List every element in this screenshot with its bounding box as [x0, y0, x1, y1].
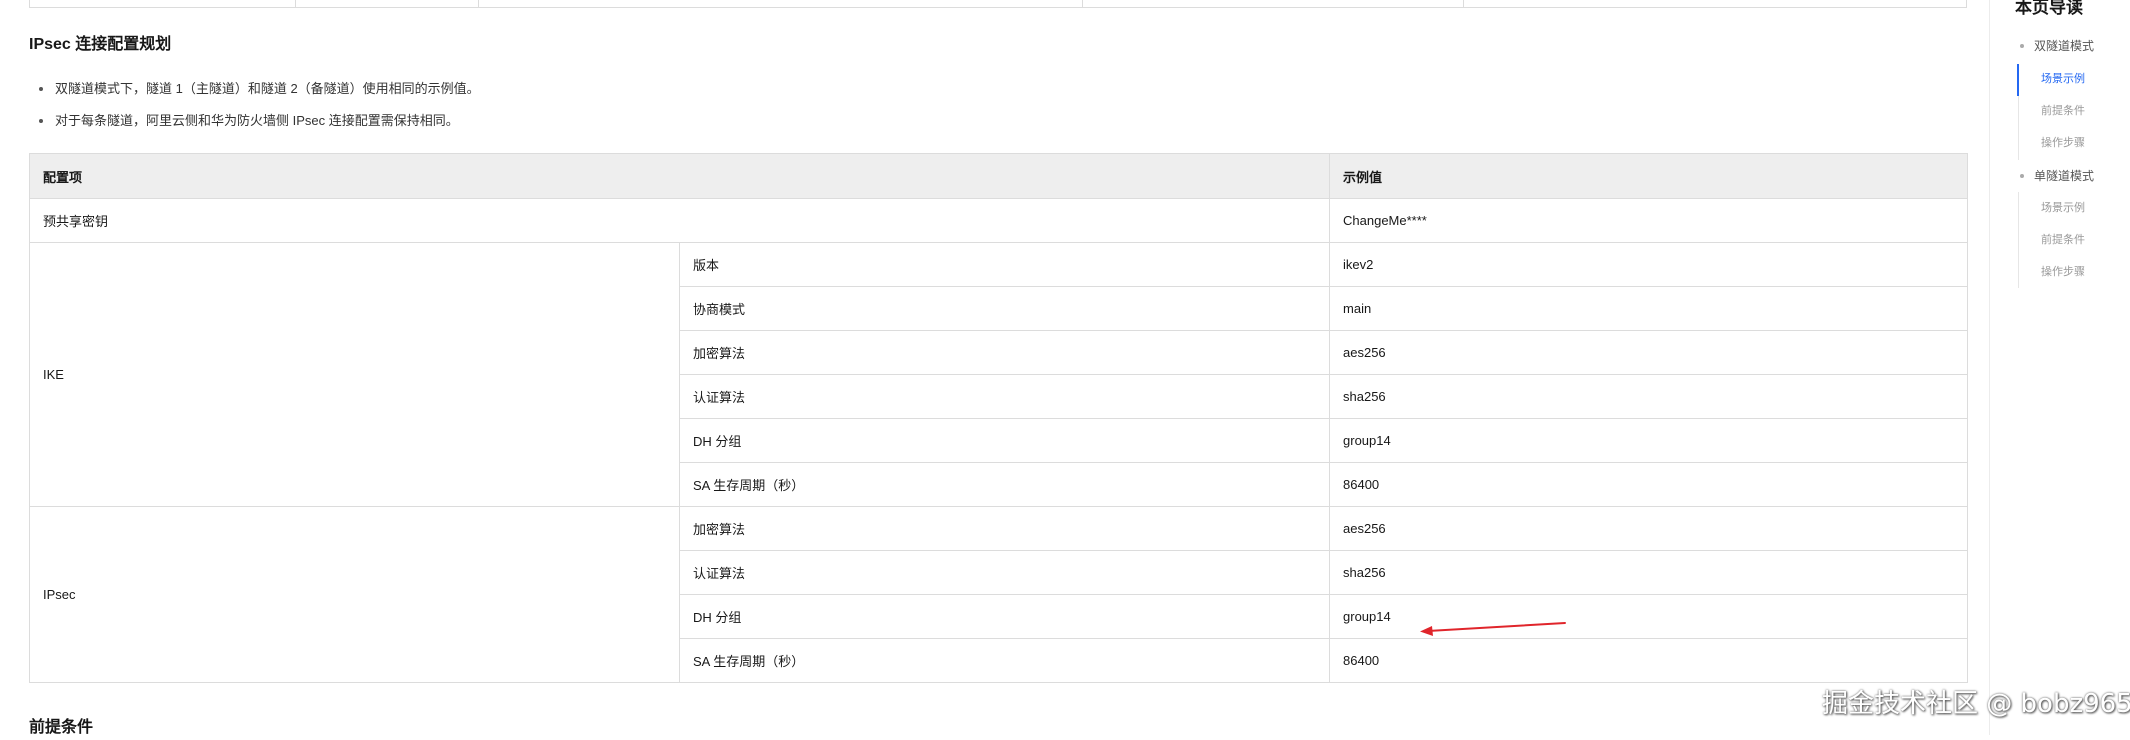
toc-item-prerequisites[interactable]: 前提条件	[2041, 103, 2085, 119]
toc-item-single-tunnel[interactable]: 单隧道模式	[2019, 168, 2094, 184]
toc-item-scenario[interactable]: 场景示例	[2041, 200, 2085, 216]
toc-item-scenario[interactable]: 场景示例	[2041, 71, 2085, 87]
watermark: 掘金技术社区 @ bobz965	[1822, 689, 2130, 719]
toc-title: 本页导读	[2015, 0, 2083, 17]
toc-item-dual-tunnel[interactable]: 双隧道模式	[2019, 38, 2094, 54]
annotation-arrow	[1420, 622, 1566, 636]
toc-item-steps[interactable]: 操作步骤	[2041, 264, 2085, 280]
toc-item-prerequisites[interactable]: 前提条件	[2041, 232, 2085, 248]
toc-item-steps[interactable]: 操作步骤	[2041, 135, 2085, 151]
sidebar-divider	[1989, 0, 1990, 735]
